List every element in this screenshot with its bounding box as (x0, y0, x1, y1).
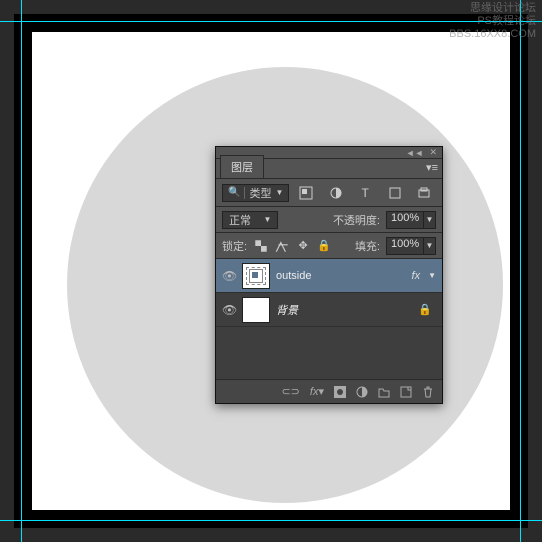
fill-label: 填充: (355, 238, 380, 254)
layers-panel: ◄◄ ✕ 图层 ▾≡ 🔍 类型 ▼ T 正常 ▼ 不透明度: 100% ▼ (215, 146, 443, 404)
chevron-down-icon: ▼ (264, 215, 272, 224)
visibility-icon[interactable]: 👁 (222, 269, 236, 283)
close-icon[interactable]: ✕ (429, 147, 437, 158)
filter-type-icon[interactable]: T (358, 186, 372, 200)
filter-kind-select[interactable]: 🔍 类型 ▼ (222, 184, 289, 202)
layer-name[interactable]: outside (276, 270, 406, 282)
watermark: 思缘设计论坛 PS教程论坛 BBS.16XX8.COM (449, 2, 536, 42)
guide-horizontal-bottom[interactable] (0, 520, 542, 521)
lock-icons: ✥ 🔒 (253, 238, 332, 254)
lock-transparency-icon[interactable] (253, 238, 269, 254)
panel-tabs: 图层 (216, 159, 442, 179)
trash-icon[interactable] (422, 386, 434, 398)
collapse-icon[interactable]: ◄◄ (406, 148, 424, 158)
blend-opacity-row: 正常 ▼ 不透明度: 100% ▼ (216, 207, 442, 233)
opacity-label: 不透明度: (333, 212, 380, 228)
guide-vertical-right[interactable] (520, 0, 521, 542)
link-layers-icon[interactable]: ⊂⊃ (281, 385, 299, 398)
chevron-down-icon[interactable]: ▼ (428, 271, 436, 280)
visibility-icon[interactable]: 👁 (222, 303, 236, 317)
opacity-value[interactable]: 100% (386, 211, 424, 229)
lock-all-icon[interactable]: 🔒 (316, 238, 332, 254)
lock-fill-row: 锁定: ✥ 🔒 填充: 100% ▼ (216, 233, 442, 259)
lock-position-icon[interactable]: ✥ (295, 238, 311, 254)
layer-thumbnail[interactable] (242, 297, 270, 323)
chevron-down-icon[interactable]: ▼ (424, 211, 436, 229)
filter-smart-icon[interactable] (417, 186, 431, 200)
separator (244, 187, 245, 199)
fx-indicator[interactable]: fx (412, 270, 421, 282)
opacity-field[interactable]: 100% ▼ (386, 211, 436, 229)
filter-pixel-icon[interactable] (299, 186, 313, 200)
filter-type-icons: T (294, 186, 436, 200)
search-icon: 🔍 (228, 187, 240, 198)
mask-icon[interactable] (334, 386, 346, 398)
panel-menu-icon[interactable]: ▾≡ (426, 161, 438, 174)
blend-mode-select[interactable]: 正常 ▼ (222, 211, 278, 229)
lock-pixels-icon[interactable] (274, 238, 290, 254)
new-layer-icon[interactable] (400, 386, 412, 398)
filter-row: 🔍 类型 ▼ T (216, 179, 442, 207)
guide-vertical-left[interactable] (21, 0, 22, 542)
filter-adjustment-icon[interactable] (329, 186, 343, 200)
layer-name[interactable]: 背景 (276, 302, 412, 318)
layer-row[interactable]: 👁 背景 🔒 (216, 293, 442, 327)
lock-label: 锁定: (222, 238, 247, 254)
blend-mode-value: 正常 (229, 212, 251, 228)
lock-icon: 🔒 (418, 303, 432, 316)
fill-field[interactable]: 100% ▼ (386, 237, 436, 255)
filter-shape-icon[interactable] (388, 186, 402, 200)
layer-row[interactable]: 👁 outside fx ▼ (216, 259, 442, 293)
adjustment-icon[interactable] (356, 386, 368, 398)
panel-footer: ⊂⊃ fx▾ (216, 379, 442, 403)
layers-list: 👁 outside fx ▼ 👁 背景 🔒 (216, 259, 442, 379)
fill-value[interactable]: 100% (386, 237, 424, 255)
fx-menu-icon[interactable]: fx▾ (310, 385, 324, 398)
filter-kind-label: 类型 (249, 185, 271, 201)
chevron-down-icon: ▼ (275, 188, 283, 197)
chevron-down-icon[interactable]: ▼ (424, 237, 436, 255)
group-icon[interactable] (378, 386, 390, 398)
tab-layers[interactable]: 图层 (220, 155, 264, 178)
layer-thumbnail[interactable] (242, 263, 270, 289)
